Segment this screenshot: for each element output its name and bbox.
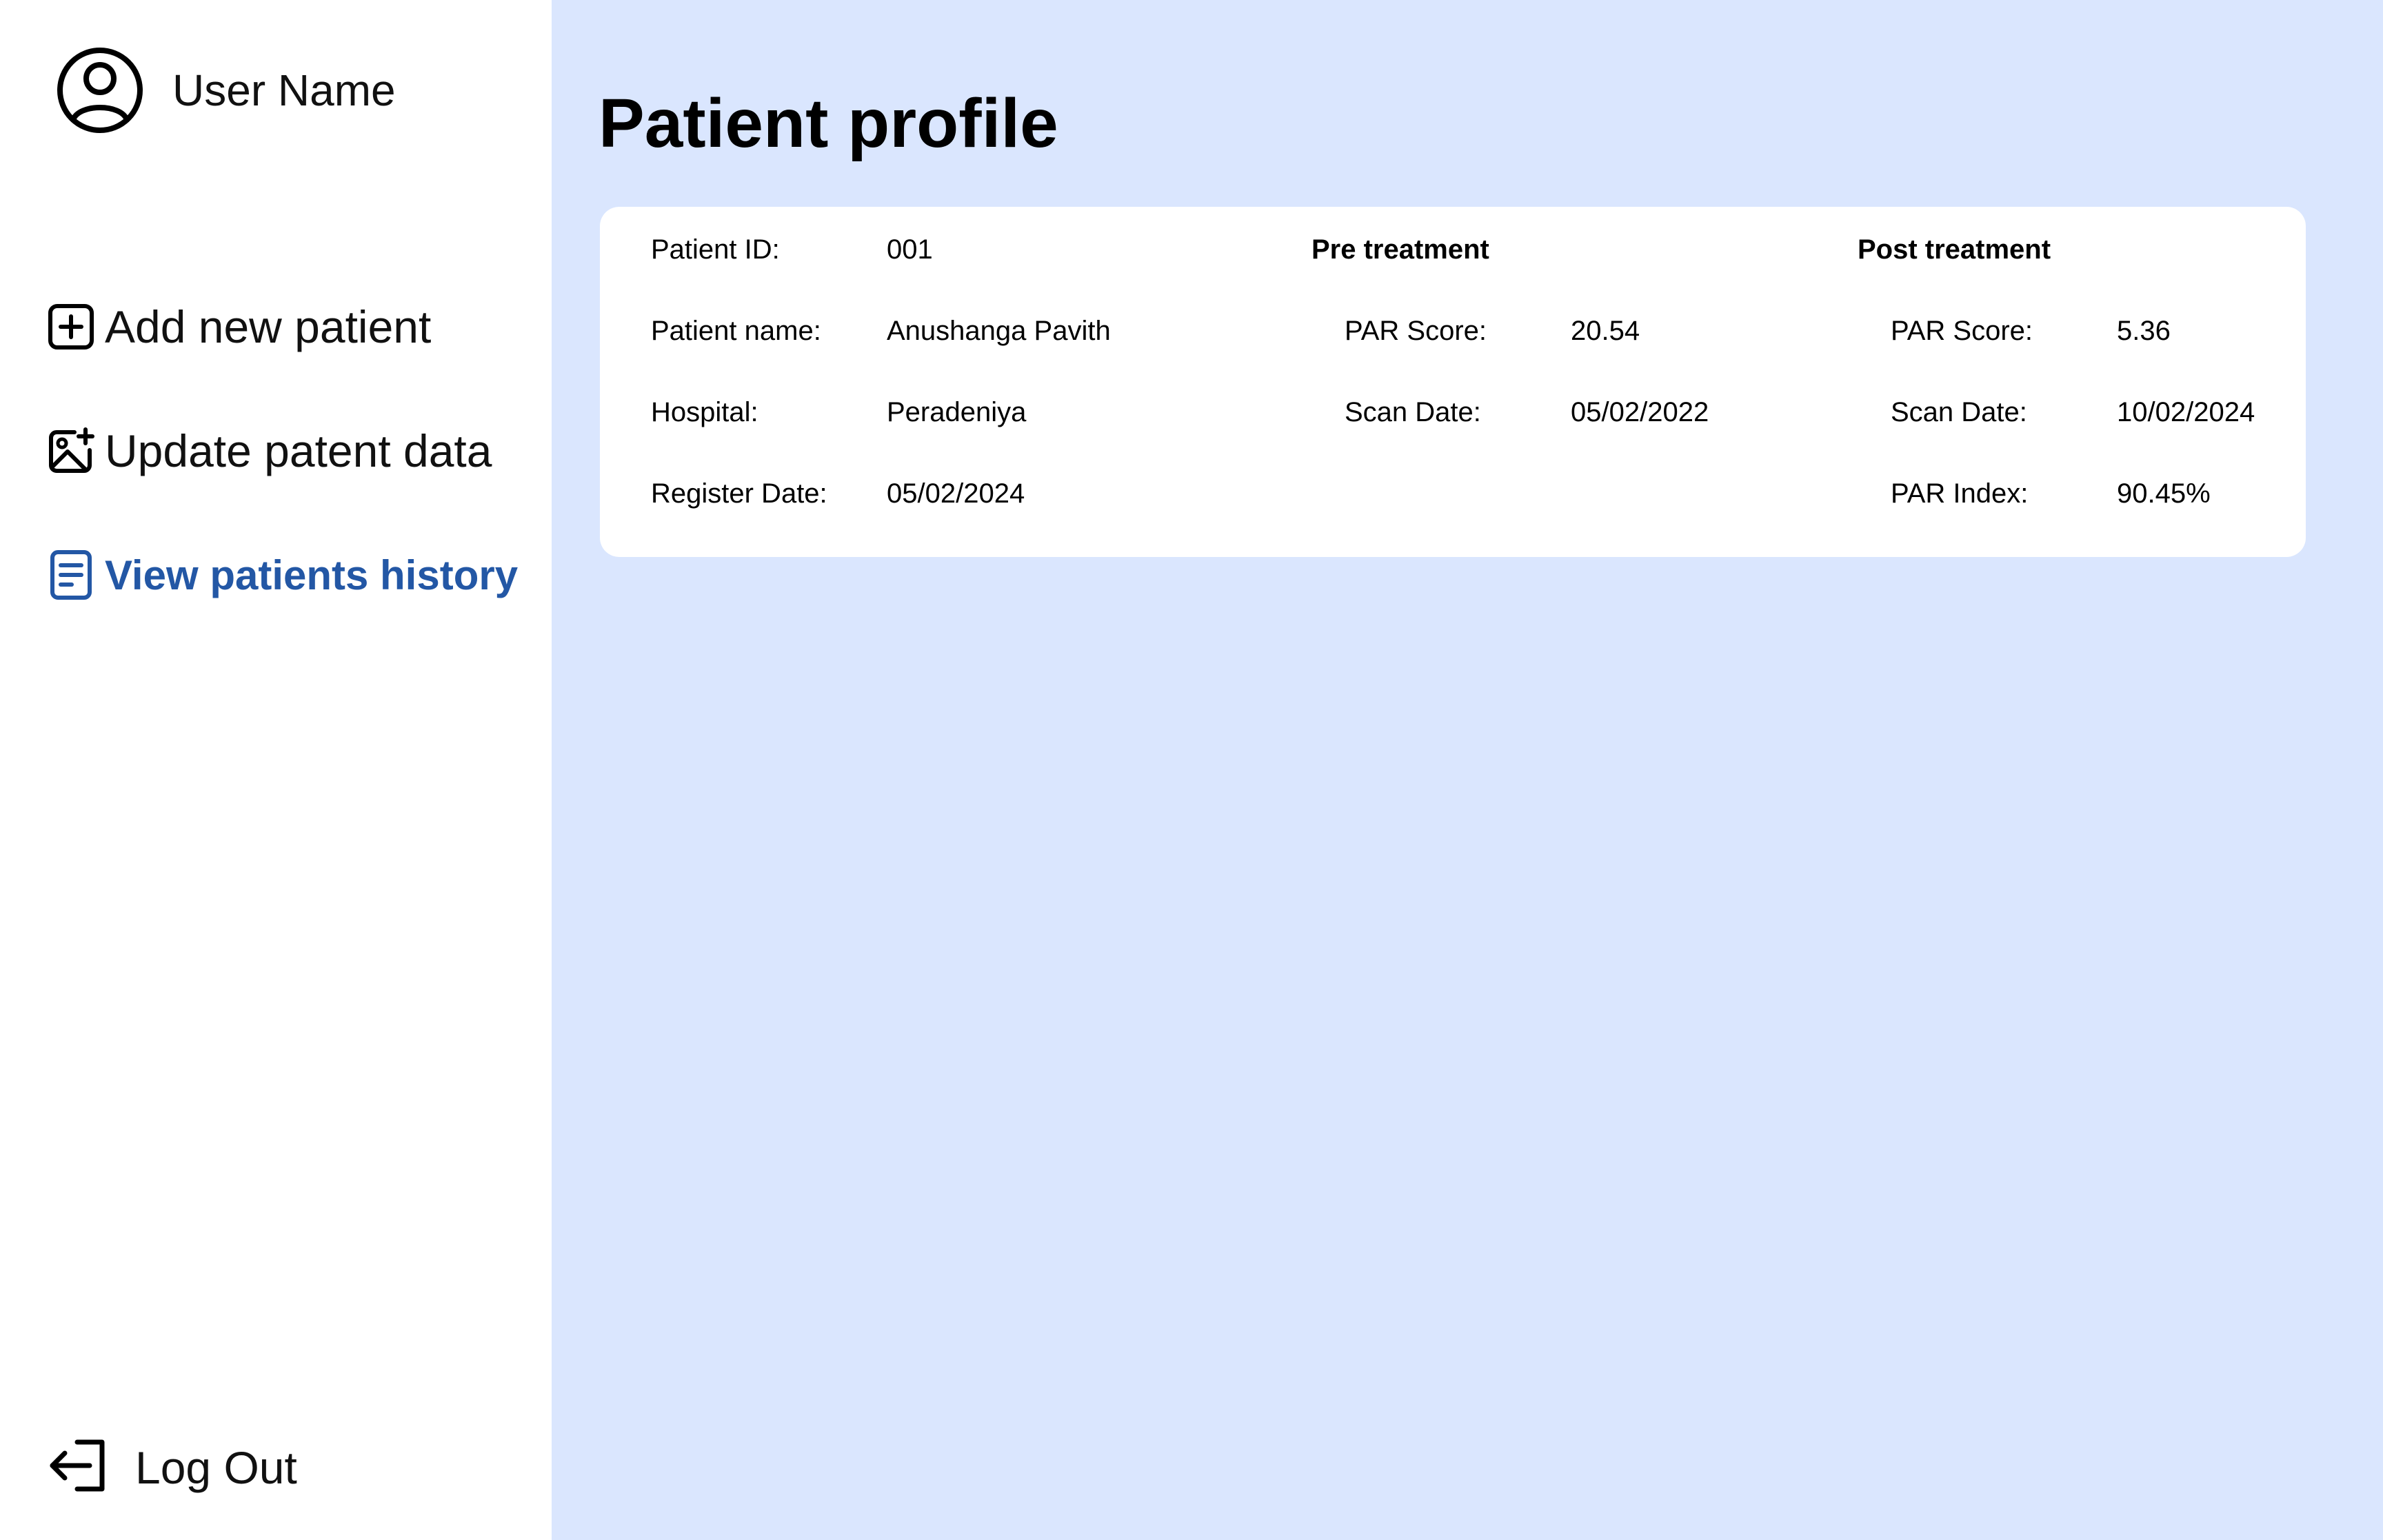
document-icon — [47, 549, 95, 601]
hospital-value: Peradeniya — [887, 397, 1027, 427]
pre-treatment-heading: Pre treatment — [1311, 234, 1489, 265]
pre-scan-date-label: Scan Date: — [1345, 397, 1481, 427]
add-new-patient-label: Add new patient — [105, 301, 432, 352]
update-patient-data-label: Update patent data — [105, 425, 492, 476]
post-par-score-value: 5.36 — [2117, 316, 2171, 346]
register-date-label: Register Date: — [651, 478, 827, 509]
logout-arrow-icon — [47, 1438, 109, 1497]
patient-name-label: Patient name: — [651, 316, 821, 346]
image-plus-icon — [47, 427, 95, 475]
hospital-label: Hospital: — [651, 397, 758, 427]
pre-scan-date-value: 05/02/2022 — [1571, 397, 1709, 427]
logout-button[interactable]: Log Out — [47, 1438, 297, 1497]
logout-label: Log Out — [135, 1441, 297, 1493]
view-patients-history-button[interactable]: View patients history — [47, 549, 518, 601]
post-treatment-heading: Post treatment — [1858, 234, 2051, 265]
user-circle-icon — [55, 45, 145, 135]
post-scan-date-value: 10/02/2024 — [2117, 397, 2255, 427]
patient-profile-card: Patient ID: 001 Patient name: Anushanga … — [600, 207, 2306, 557]
pre-par-score-label: PAR Score: — [1345, 316, 1487, 346]
post-par-index-label: PAR Index: — [1891, 478, 2029, 509]
page-title: Patient profile — [599, 85, 1058, 162]
plus-square-icon — [47, 303, 95, 351]
register-date-value: 05/02/2024 — [887, 478, 1025, 509]
user-name: User Name — [172, 65, 396, 115]
app-window: User Name Add new patient Update patent … — [0, 0, 2383, 1540]
pre-par-score-value: 20.54 — [1571, 316, 1640, 346]
patient-id-label: Patient ID: — [651, 234, 780, 265]
sidebar: User Name Add new patient Update patent … — [0, 0, 552, 1540]
update-patient-data-button[interactable]: Update patent data — [47, 425, 492, 477]
post-par-index-value: 90.45% — [2117, 478, 2211, 509]
view-patients-history-label: View patients history — [105, 551, 519, 598]
post-scan-date-label: Scan Date: — [1891, 397, 2027, 427]
user-profile[interactable]: User Name — [55, 45, 396, 135]
patient-id-value: 001 — [887, 234, 933, 265]
post-par-score-label: PAR Score: — [1891, 316, 2033, 346]
add-new-patient-button[interactable]: Add new patient — [47, 301, 431, 353]
patient-name-value: Anushanga Pavith — [887, 316, 1111, 346]
